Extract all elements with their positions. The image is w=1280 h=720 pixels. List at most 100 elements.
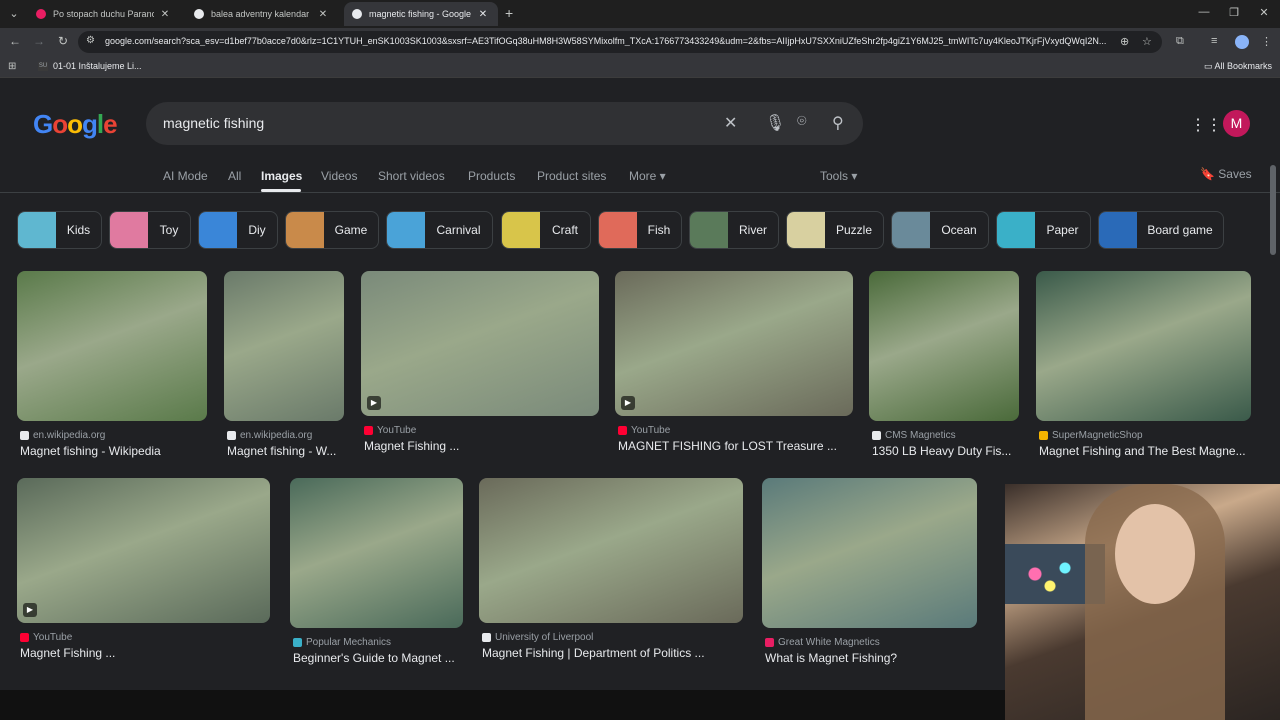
result-title[interactable]: 1350 LB Heavy Duty Fis... (872, 444, 1062, 458)
image-result[interactable]: SuperMagneticShop Magnet Fishing and The … (1036, 271, 1251, 466)
result-title[interactable]: Magnet Fishing | Department of Politics … (482, 646, 786, 660)
result-title[interactable]: Magnet Fishing ... (20, 646, 313, 660)
result-title[interactable]: Magnet fishing - Wikipedia (20, 444, 250, 458)
extensions-icon[interactable]: ⧉ (1176, 35, 1184, 48)
browser-tab-2[interactable]: balea adventny kalendar 2025 ... ✕ (186, 2, 338, 26)
tab-all[interactable]: All (228, 169, 241, 183)
minimize-icon[interactable]: — (1197, 6, 1211, 18)
chip-game[interactable]: Game (285, 211, 379, 249)
tab-short-videos[interactable]: Short videos (378, 169, 445, 183)
restore-icon[interactable]: ❐ (1227, 6, 1241, 19)
close-tab-icon[interactable]: ✕ (158, 9, 172, 20)
search-box[interactable]: magnetic fishing ✕ 🎙 ⌾ ⚲ (146, 102, 863, 145)
result-thumbnail[interactable] (361, 271, 599, 416)
media-controls-icon[interactable]: ≡ (1211, 35, 1217, 47)
tab-ai-mode[interactable]: AI Mode (163, 169, 208, 183)
address-bar[interactable]: ⚙ google.com/search?sca_esv=d1bef77b0acc… (78, 31, 1162, 53)
avatar[interactable]: M (1223, 110, 1250, 137)
result-title[interactable]: Magnet Fishing and The Best Magne... (1039, 444, 1280, 458)
search-icon[interactable]: ⚲ (832, 113, 844, 133)
chip-paper[interactable]: Paper (996, 211, 1091, 249)
chip-thumbnail (892, 212, 930, 248)
result-thumbnail[interactable] (224, 271, 344, 421)
chip-board-game[interactable]: Board game (1098, 211, 1224, 249)
lens-camera-icon[interactable]: ⌾ (797, 113, 807, 131)
image-result[interactable]: ▶ YouTube Magnet Fishing ... (361, 271, 599, 461)
tab-images[interactable]: Images (261, 169, 302, 183)
result-thumbnail[interactable] (479, 478, 743, 623)
saves-button[interactable]: 🔖 Saves (1200, 167, 1252, 181)
site-info-icon[interactable]: ⚙ (86, 35, 95, 46)
chip-kids[interactable]: Kids (17, 211, 102, 249)
result-thumbnail[interactable] (1036, 271, 1251, 421)
result-thumbnail[interactable] (17, 478, 270, 623)
chip-carnival[interactable]: Carnival (386, 211, 493, 249)
search-input[interactable]: magnetic fishing (163, 115, 264, 131)
chip-puzzle[interactable]: Puzzle (786, 211, 884, 249)
image-result[interactable]: ▶ YouTube MAGNET FISHING for LOST Treasure… (615, 271, 853, 461)
source-favicon-icon (364, 426, 373, 435)
result-source[interactable]: Popular Mechanics (293, 637, 391, 648)
result-thumbnail[interactable] (615, 271, 853, 416)
url-text[interactable]: google.com/search?sca_esv=d1bef77b0acce7… (105, 36, 1115, 46)
result-source[interactable]: Great White Magnetics (765, 637, 880, 648)
result-source[interactable]: en.wikipedia.org (227, 430, 312, 441)
forward-icon[interactable]: → (31, 34, 47, 48)
result-source[interactable]: SuperMagneticShop (1039, 430, 1143, 441)
zoom-icon[interactable]: ⊕ (1120, 35, 1129, 48)
menu-kebab-icon[interactable]: ⋮ (1261, 35, 1272, 48)
tab-products[interactable]: Products (468, 169, 515, 183)
chip-label: Ocean (941, 223, 977, 237)
clear-icon[interactable]: ✕ (724, 113, 737, 133)
image-result[interactable]: Great White Magnetics What is Magnet Fish… (762, 478, 977, 673)
profile-icon[interactable] (1235, 35, 1249, 49)
chip-diy[interactable]: Diy (198, 211, 278, 249)
result-source[interactable]: University of Liverpool (482, 632, 593, 643)
chip-ocean[interactable]: Ocean (891, 211, 989, 249)
result-thumbnail[interactable] (762, 478, 977, 628)
image-result[interactable]: ▶ YouTube Magnet Fishing ... (17, 478, 270, 668)
google-logo[interactable]: Google (33, 109, 118, 140)
result-thumbnail[interactable] (869, 271, 1019, 421)
close-tab-icon[interactable]: ✕ (476, 9, 490, 20)
chip-craft[interactable]: Craft (501, 211, 591, 249)
tools-button[interactable]: Tools ▾ (820, 169, 857, 183)
tab-search-icon[interactable]: ⌄ (6, 6, 22, 22)
chip-river[interactable]: River (689, 211, 779, 249)
chip-label: Kids (66, 223, 91, 237)
result-title[interactable]: What is Magnet Fishing? (765, 651, 1020, 665)
result-thumbnail[interactable] (17, 271, 207, 421)
new-tab-icon[interactable]: + (505, 5, 513, 21)
result-thumbnail[interactable] (290, 478, 463, 628)
result-source[interactable]: CMS Magnetics (872, 430, 956, 441)
result-source[interactable]: YouTube (364, 425, 416, 436)
tab-product-sites[interactable]: Product sites (537, 169, 606, 183)
page-scrollbar[interactable] (1270, 165, 1276, 255)
bookmark-star-icon[interactable]: ☆ (1142, 35, 1152, 48)
browser-tab-3[interactable]: magnetic fishing - Google Search ✕ (344, 2, 498, 26)
image-result[interactable]: en.wikipedia.org Magnet fishing - W... (224, 271, 344, 466)
result-title[interactable]: MAGNET FISHING for LOST Treasure ... (618, 439, 896, 453)
back-icon[interactable]: ← (7, 34, 23, 48)
reload-icon[interactable]: ↻ (55, 34, 71, 48)
browser-tab-1[interactable]: Po stopach duchu Paranormal ... ✕ (28, 2, 180, 26)
result-source[interactable]: YouTube (618, 425, 670, 436)
image-result[interactable]: CMS Magnetics 1350 LB Heavy Duty Fis... (869, 271, 1019, 466)
close-window-icon[interactable]: ✕ (1257, 6, 1271, 19)
image-result[interactable]: Popular Mechanics Beginner's Guide to Mag… (290, 478, 463, 673)
result-title[interactable]: Magnet Fishing ... (364, 439, 642, 453)
result-source[interactable]: en.wikipedia.org (20, 430, 105, 441)
microphone-icon[interactable]: 🎙 (765, 113, 785, 133)
result-source[interactable]: YouTube (20, 632, 72, 643)
apps-grid-icon[interactable]: ⊞ (8, 61, 16, 72)
close-tab-icon[interactable]: ✕ (316, 9, 330, 20)
chip-toy[interactable]: Toy (109, 211, 191, 249)
result-title[interactable]: Beginner's Guide to Magnet ... (293, 651, 506, 665)
bookmark-item[interactable]: SU 01-01 Inštalujeme Li... (38, 61, 142, 71)
chip-fish[interactable]: Fish (598, 211, 682, 249)
image-result[interactable]: en.wikipedia.org Magnet fishing - Wikiped… (17, 271, 207, 466)
image-result[interactable]: University of Liverpool Magnet Fishing | … (479, 478, 743, 668)
tab-videos[interactable]: Videos (321, 169, 357, 183)
tab-more[interactable]: More ▾ (629, 169, 666, 183)
all-bookmarks-button[interactable]: ▭ All Bookmarks (1204, 61, 1272, 72)
